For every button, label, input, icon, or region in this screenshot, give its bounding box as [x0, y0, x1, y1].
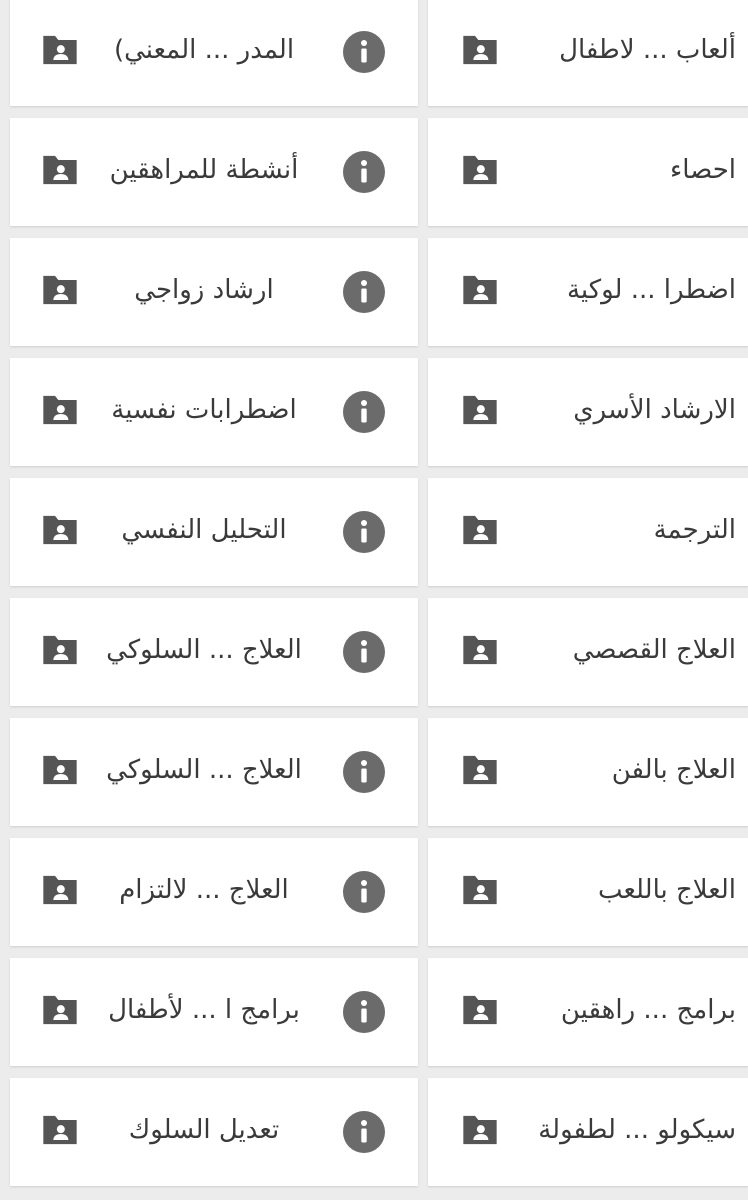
folder-card[interactable]: اضطرا ... لوكية [428, 238, 748, 346]
folder-row: برامج ... راهقين برامج ا ... لأطفال [0, 958, 748, 1066]
info-icon[interactable] [343, 751, 385, 793]
folder-card[interactable]: ارشاد زواجي [10, 238, 418, 346]
folder-card[interactable]: برامج ا ... لأطفال [10, 958, 418, 1066]
folder-card[interactable]: أنشطة للمراهقين [10, 118, 418, 226]
folder-card[interactable]: العلاج ... السلوكي [10, 718, 418, 826]
folder-card[interactable]: ألعاب ... لاطفال [428, 0, 748, 106]
shared-folder-icon [460, 150, 500, 190]
folder-row: الترجمة التحليل النفسي [0, 478, 748, 586]
info-icon[interactable] [343, 871, 385, 913]
shared-folder-icon [460, 750, 500, 790]
folder-name: العلاج ... لالتزام [119, 875, 289, 905]
shared-folder-icon [40, 390, 80, 430]
folder-name: اضطرابات نفسية [111, 395, 297, 425]
shared-folder-icon [460, 390, 500, 430]
folder-card[interactable]: العلاج ... السلوكي [10, 598, 418, 706]
shared-folder-icon [40, 750, 80, 790]
shared-folder-icon [460, 870, 500, 910]
shared-folder-icon [460, 990, 500, 1030]
shared-folder-icon [40, 270, 80, 310]
folder-row: اضطرا ... لوكية ارشاد زواجي [0, 238, 748, 346]
shared-folder-icon [460, 510, 500, 550]
info-icon[interactable] [343, 151, 385, 193]
folder-name: تعديل السلوك [128, 1115, 280, 1145]
folder-card[interactable]: تعديل السلوك [10, 1078, 418, 1186]
folder-card[interactable]: العلاج باللعب [428, 838, 748, 946]
folder-card[interactable]: احصاء [428, 118, 748, 226]
folder-name: أنشطة للمراهقين [109, 155, 299, 185]
shared-folder-icon [40, 510, 80, 550]
folder-name: برامج ا ... لأطفال [108, 995, 300, 1025]
folder-card[interactable]: العلاج بالفن [428, 718, 748, 826]
folder-name: ارشاد زواجي [134, 275, 274, 305]
shared-folder-icon [460, 270, 500, 310]
folder-name: العلاج ... السلوكي [106, 635, 302, 665]
shared-folder-icon [40, 30, 80, 70]
folder-card[interactable]: برامج ... راهقين [428, 958, 748, 1066]
folder-name: المدر ... المعني) [113, 35, 295, 65]
folder-card[interactable]: المدر ... المعني) [10, 0, 418, 106]
folder-name: العلاج القصصي [572, 635, 736, 665]
info-icon[interactable] [343, 271, 385, 313]
folder-card[interactable]: اضطرابات نفسية [10, 358, 418, 466]
shared-folder-icon [40, 870, 80, 910]
folder-grid: ألعاب ... لاطفال المدر ... المعني) احصاء… [0, 0, 748, 1200]
folder-card[interactable]: التحليل النفسي [10, 478, 418, 586]
folder-name: الترجمة [653, 515, 736, 545]
folder-row: سيكولو ... لطفولة تعديل السلوك [0, 1078, 748, 1186]
info-icon[interactable] [343, 1111, 385, 1153]
shared-folder-icon [40, 990, 80, 1030]
shared-folder-icon [40, 630, 80, 670]
folder-row: احصاء أنشطة للمراهقين [0, 118, 748, 226]
folder-row: العلاج باللعب العلاج ... لالتزام [0, 838, 748, 946]
folder-row: العلاج القصصي العلاج ... السلوكي [0, 598, 748, 706]
folder-name: ألعاب ... لاطفال [559, 35, 736, 65]
shared-folder-icon [460, 630, 500, 670]
folder-name: العلاج باللعب [597, 875, 736, 905]
folder-row: العلاج بالفن العلاج ... السلوكي [0, 718, 748, 826]
folder-name: برامج ... راهقين [560, 995, 736, 1025]
info-icon[interactable] [343, 991, 385, 1033]
folder-name: احصاء [670, 155, 736, 185]
folder-card[interactable]: سيكولو ... لطفولة [428, 1078, 748, 1186]
info-icon[interactable] [343, 31, 385, 73]
info-icon[interactable] [343, 511, 385, 553]
folder-name: سيكولو ... لطفولة [538, 1115, 736, 1145]
folder-card[interactable]: الارشاد الأسري [428, 358, 748, 466]
folder-name: العلاج بالفن [611, 755, 736, 785]
shared-folder-icon [460, 30, 500, 70]
folder-row: ألعاب ... لاطفال المدر ... المعني) [0, 0, 748, 106]
info-icon[interactable] [343, 631, 385, 673]
folder-card[interactable]: العلاج القصصي [428, 598, 748, 706]
shared-folder-icon [40, 150, 80, 190]
info-icon[interactable] [343, 391, 385, 433]
folder-card[interactable]: العلاج ... لالتزام [10, 838, 418, 946]
folder-name: اضطرا ... لوكية [566, 275, 736, 305]
folder-name: العلاج ... السلوكي [106, 755, 302, 785]
shared-folder-icon [460, 1110, 500, 1150]
folder-card[interactable]: الترجمة [428, 478, 748, 586]
folder-row: الارشاد الأسري اضطرابات نفسية [0, 358, 748, 466]
shared-folder-icon [40, 1110, 80, 1150]
folder-name: الارشاد الأسري [573, 395, 736, 425]
folder-name: التحليل النفسي [121, 515, 287, 545]
